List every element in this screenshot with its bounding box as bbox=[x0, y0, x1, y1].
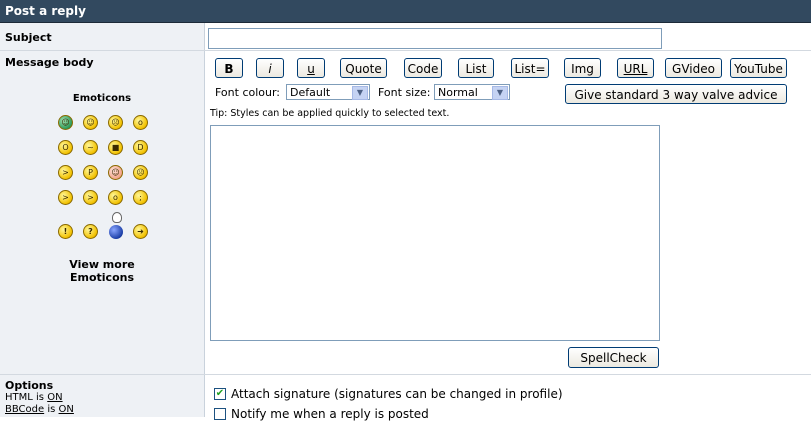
emoticons-heading: Emoticons bbox=[72, 93, 132, 104]
rolling-eyes-icon[interactable]: o bbox=[108, 190, 123, 205]
html-status: HTML is ON bbox=[5, 392, 63, 403]
shocked-icon[interactable]: O bbox=[58, 140, 73, 155]
bbcode-status: BBCode is ON bbox=[5, 404, 74, 415]
attach-signature-checkbox[interactable]: ✔ bbox=[214, 388, 226, 400]
confused-icon[interactable]: ~ bbox=[83, 140, 98, 155]
wink-icon[interactable]: ; bbox=[133, 190, 148, 205]
smile-icon[interactable]: ☺ bbox=[83, 115, 98, 130]
youtube-button[interactable]: YouTube bbox=[730, 58, 787, 78]
cool-icon[interactable]: ■ bbox=[108, 140, 123, 155]
bbcode-link[interactable]: BBCode bbox=[5, 404, 44, 415]
font-colour-label: Font colour: bbox=[215, 86, 281, 99]
list-ordered-button[interactable]: List= bbox=[511, 58, 549, 78]
html-status-link[interactable]: ON bbox=[47, 392, 62, 403]
question-icon[interactable]: ? bbox=[83, 224, 98, 239]
notify-reply-label: Notify me when a reply is posted bbox=[231, 407, 429, 421]
crying-icon[interactable]: ☹ bbox=[133, 165, 148, 180]
bold-button[interactable]: B bbox=[215, 58, 243, 78]
surprised-icon[interactable]: o bbox=[133, 115, 148, 130]
chevron-down-icon: ▼ bbox=[492, 86, 508, 100]
arrow-icon[interactable]: ➜ bbox=[133, 224, 148, 239]
font-size-label: Font size: bbox=[378, 86, 431, 99]
twisted-icon[interactable]: > bbox=[83, 190, 98, 205]
message-body-label: Message body bbox=[5, 56, 94, 69]
exclamation-icon[interactable]: ! bbox=[58, 224, 73, 239]
font-colour-select[interactable]: Default ▼ bbox=[286, 84, 370, 100]
view-more-emoticons-link[interactable]: View more Emoticons bbox=[0, 258, 204, 284]
bbcode-status-link[interactable]: ON bbox=[59, 404, 74, 415]
page-title: Post a reply bbox=[0, 0, 811, 23]
very-happy-icon[interactable]: ☺ bbox=[58, 115, 73, 130]
underline-button[interactable]: u bbox=[297, 58, 325, 78]
subject-label: Subject bbox=[5, 31, 52, 44]
code-button[interactable]: Code bbox=[404, 58, 442, 78]
quote-button[interactable]: Quote bbox=[340, 58, 387, 78]
message-textarea[interactable] bbox=[210, 125, 660, 341]
mad-icon[interactable]: > bbox=[58, 165, 73, 180]
embarrassed-icon[interactable]: ☺ bbox=[108, 165, 123, 180]
italic-button[interactable]: i bbox=[256, 58, 284, 78]
notify-reply-checkbox[interactable] bbox=[214, 408, 226, 420]
formatting-tip: Tip: Styles can be applied quickly to se… bbox=[210, 108, 450, 119]
three-way-valve-advice-button[interactable]: Give standard 3 way valve advice bbox=[565, 84, 787, 104]
options-label: Options bbox=[5, 379, 54, 392]
subject-input[interactable] bbox=[208, 28, 662, 49]
evil-icon[interactable]: > bbox=[58, 190, 73, 205]
url-button[interactable]: URL bbox=[617, 58, 654, 78]
img-button[interactable]: Img bbox=[564, 58, 601, 78]
options-label-cell: Options HTML is ON BBCode is ON bbox=[0, 375, 205, 417]
subject-label-cell: Subject bbox=[0, 23, 205, 50]
font-size-select[interactable]: Normal ▼ bbox=[434, 84, 510, 100]
idea-icon[interactable] bbox=[109, 212, 123, 240]
laughing-icon[interactable]: D bbox=[133, 140, 148, 155]
attach-signature-label: Attach signature (signatures can be chan… bbox=[231, 387, 563, 401]
chevron-down-icon: ▼ bbox=[352, 86, 368, 100]
razz-icon[interactable]: P bbox=[83, 165, 98, 180]
sad-icon[interactable]: ☹ bbox=[108, 115, 123, 130]
list-button[interactable]: List bbox=[458, 58, 494, 78]
message-body-label-cell: Message body Emoticons ☺ ☺ ☹ o O ~ ■ D >… bbox=[0, 51, 205, 374]
gvideo-button[interactable]: GVideo bbox=[665, 58, 722, 78]
spellcheck-button[interactable]: SpellCheck bbox=[568, 347, 659, 368]
